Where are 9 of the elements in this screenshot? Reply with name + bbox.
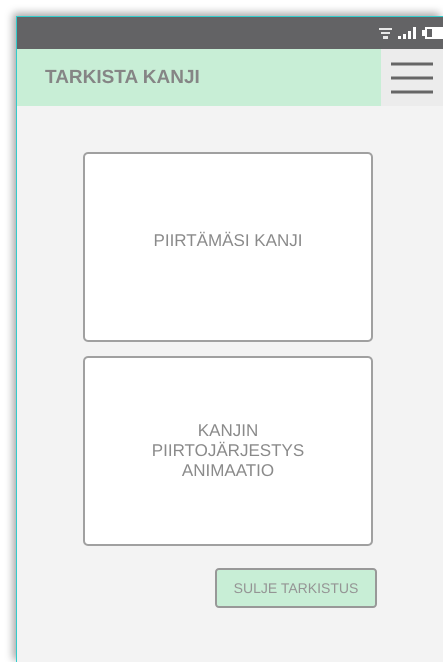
close-check-button[interactable]: SULJE TARKISTUS [215, 568, 377, 608]
battery-icon [422, 27, 443, 39]
app-title: TARKISTA KANJI [45, 66, 200, 88]
menu-button[interactable] [381, 49, 443, 106]
wifi-icon [379, 28, 392, 38]
panel-label: KANJIN PIIRTOJÄRJESTYS ANIMAATIO [150, 421, 306, 481]
signal-icon [398, 27, 416, 39]
menu-icon [391, 62, 433, 94]
panel-label: PIIRTÄMÄSI KANJI [152, 231, 304, 251]
